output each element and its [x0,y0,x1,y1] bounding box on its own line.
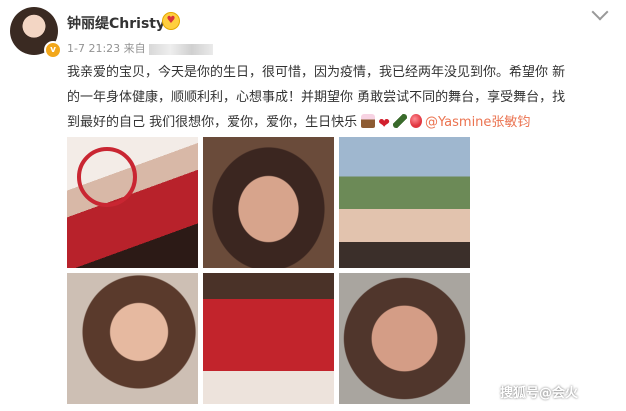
mention-link[interactable]: Yasmine张敏钧 [438,115,530,130]
post-line: 到最好的自己 我们很想你，爱你，爱你，生日快乐 ❤ @Yasmine张敏钧 [67,110,612,135]
post-text: 我亲爱的宝贝，今天是你的生日，很可惜，因为疫情，我已经两年没见到你。希望你 新 … [67,60,612,135]
post-line-text: 到最好的自己 我们很想你，爱你，爱你，生日快乐 [67,115,358,130]
username[interactable]: 钟丽缇Christy [67,13,165,33]
mention-prefix: @ [425,115,439,130]
post-source-prefix: 来自 [123,42,146,55]
bottle-emoji-icon [393,114,408,128]
post-photo-6[interactable] [339,273,470,404]
post-meta: 1-7 21:23 来自 [67,40,213,56]
smiley-emoji-icon: ♥ [162,12,180,30]
post-photo-4[interactable] [67,273,198,404]
blurred-source [148,43,213,55]
seal-decoration [77,147,137,207]
post-photo-3[interactable] [339,137,470,268]
balloon-emoji-icon [410,114,423,128]
post-photo-2[interactable] [203,137,334,268]
post-photo-5[interactable] [203,273,334,404]
post-time[interactable]: 1-7 21:23 [67,42,120,55]
post-line: 的一年身体健康，顺顺利利，心想事成！并期望你 勇敢尝试不同的舞台，享受舞台，找 [67,90,566,105]
cake-emoji-icon [361,114,376,128]
watermark: 搜狐号@会火 [500,386,579,401]
verified-badge-icon: v [44,41,62,59]
heart-emoji-icon: ❤ [378,116,391,132]
post-photo-1[interactable] [67,137,198,268]
chevron-down-icon[interactable] [591,3,609,21]
post-line: 我亲爱的宝贝，今天是你的生日，很可惜，因为疫情，我已经两年没见到你。希望你 新 [67,65,566,80]
